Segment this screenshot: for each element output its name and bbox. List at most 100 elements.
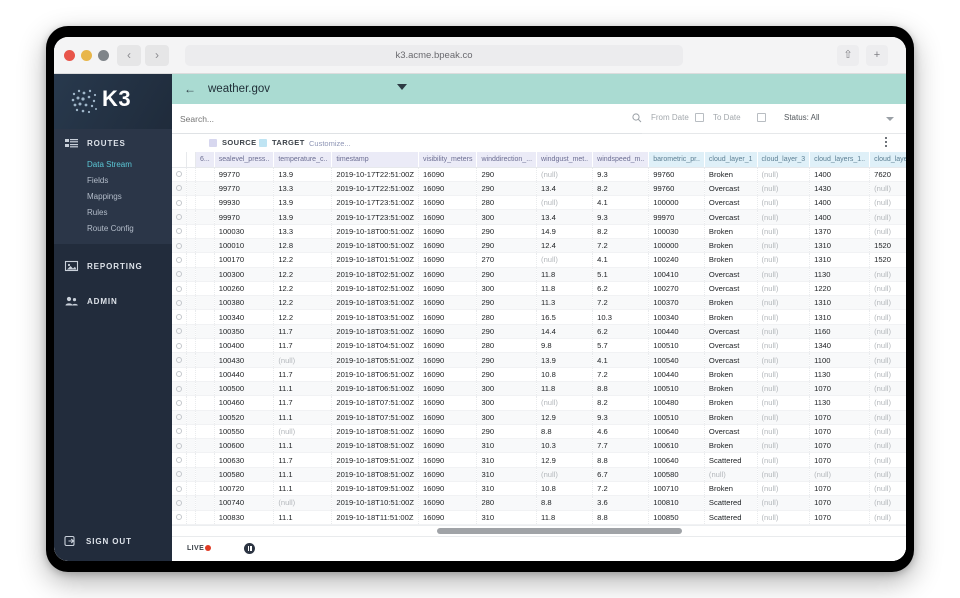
legend-source[interactable]: SOURCE bbox=[209, 138, 257, 147]
checkbox-icon[interactable] bbox=[176, 457, 182, 464]
checkbox-icon[interactable] bbox=[176, 242, 182, 249]
calendar-icon[interactable] bbox=[757, 113, 766, 122]
table-row[interactable]: 99930 13.9 2019-10-17T23:51:00Z 16090 280 (nu… bbox=[172, 195, 906, 211]
sidebar-item-routes[interactable]: ROUTES bbox=[54, 129, 172, 157]
column-header-id[interactable]: 6... bbox=[195, 152, 215, 168]
row-select-checkbox[interactable] bbox=[172, 352, 187, 368]
row-select-checkbox[interactable] bbox=[172, 252, 187, 268]
customize-link[interactable]: Customize... bbox=[309, 139, 351, 148]
row-select-checkbox[interactable] bbox=[172, 438, 187, 454]
column-header-timestamp[interactable]: timestamp bbox=[331, 152, 420, 168]
chevron-down-icon[interactable] bbox=[397, 84, 407, 90]
table-row[interactable]: 100380 12.2 2019-10-18T03:51:00Z 16090 290 11… bbox=[172, 295, 906, 311]
new-tab-icon[interactable]: + bbox=[866, 45, 888, 66]
checkbox-icon[interactable] bbox=[176, 385, 182, 392]
table-row[interactable]: 100520 11.1 2019-10-18T07:51:00Z 16090 300 12… bbox=[172, 410, 906, 425]
checkbox-icon[interactable] bbox=[176, 256, 182, 263]
checkbox-icon[interactable] bbox=[176, 228, 182, 235]
browser-url-bar[interactable]: k3.acme.bpeak.co bbox=[185, 45, 683, 66]
row-select-checkbox[interactable] bbox=[172, 295, 187, 311]
checkbox-icon[interactable] bbox=[176, 185, 182, 192]
data-table-container[interactable]: 6... sealevel_press.. temperature_c.. times… bbox=[172, 152, 906, 525]
column-header-sealevel_press[interactable]: sealevel_press.. bbox=[214, 152, 275, 168]
column-header-visibility_meters[interactable]: visibility_meters bbox=[418, 152, 478, 168]
table-row[interactable]: 100630 11.7 2019-10-18T09:51:00Z 16090 310 12… bbox=[172, 452, 906, 468]
pause-button[interactable] bbox=[244, 543, 255, 554]
table-row[interactable]: 100580 11.1 2019-10-18T08:51:00Z 16090 310 (n… bbox=[172, 467, 906, 483]
search-icon[interactable] bbox=[632, 113, 642, 123]
row-select-checkbox[interactable] bbox=[172, 424, 187, 440]
row-select-checkbox[interactable] bbox=[172, 195, 187, 211]
row-select-checkbox[interactable] bbox=[172, 281, 187, 297]
horizontal-scrollbar[interactable] bbox=[172, 525, 906, 536]
checkbox-icon[interactable] bbox=[176, 342, 182, 349]
row-select-checkbox[interactable] bbox=[172, 452, 187, 468]
row-select-checkbox[interactable] bbox=[172, 510, 187, 525]
checkbox-icon[interactable] bbox=[176, 171, 182, 178]
checkbox-icon[interactable] bbox=[176, 271, 182, 278]
column-header-temperature_c[interactable]: temperature_c.. bbox=[273, 152, 333, 168]
row-select-checkbox[interactable] bbox=[172, 338, 187, 354]
table-row[interactable]: 99970 13.9 2019-10-17T23:51:00Z 16090 300 13.… bbox=[172, 209, 906, 225]
table-row[interactable]: 100430 (null) 2019-10-18T05:51:00Z 16090 290… bbox=[172, 352, 906, 368]
checkbox-icon[interactable] bbox=[176, 399, 182, 406]
table-row[interactable]: 100400 11.7 2019-10-18T04:51:00Z 16090 280 9.… bbox=[172, 338, 906, 354]
table-row[interactable]: 100340 12.2 2019-10-18T03:51:00Z 16090 280 16… bbox=[172, 309, 906, 325]
sidebar-subitem-fields[interactable]: Fields bbox=[54, 173, 172, 189]
window-minimize-button[interactable] bbox=[81, 50, 92, 61]
sidebar-item-reporting[interactable]: REPORTING bbox=[54, 253, 172, 279]
search-input[interactable] bbox=[180, 112, 620, 126]
sidebar-subitem-mappings[interactable]: Mappings bbox=[54, 189, 172, 205]
row-select-checkbox[interactable] bbox=[172, 167, 187, 182]
row-select-checkbox[interactable] bbox=[172, 238, 187, 254]
back-arrow-icon[interactable]: ← bbox=[184, 82, 196, 96]
row-select-checkbox[interactable] bbox=[172, 481, 187, 497]
row-select-checkbox[interactable] bbox=[172, 209, 187, 225]
row-select-checkbox[interactable] bbox=[172, 224, 187, 239]
checkbox-icon[interactable] bbox=[176, 414, 182, 421]
column-header-cloud_layers_2[interactable]: cloud_layers_2.. bbox=[869, 152, 906, 168]
checkbox-icon[interactable] bbox=[176, 371, 182, 378]
row-select-checkbox[interactable] bbox=[172, 395, 187, 411]
sidebar-subitem-route-config[interactable]: Route Config bbox=[54, 221, 172, 237]
column-header-windspeed_m[interactable]: windspeed_m.. bbox=[592, 152, 650, 168]
table-row[interactable]: 99770 13.3 2019-10-17T22:51:00Z 16090 290 13.… bbox=[172, 181, 906, 197]
chevron-down-icon[interactable] bbox=[886, 117, 894, 121]
table-row[interactable]: 100350 11.7 2019-10-18T03:51:00Z 16090 290 14… bbox=[172, 324, 906, 340]
row-select-checkbox[interactable] bbox=[172, 324, 187, 340]
row-select-checkbox[interactable] bbox=[172, 367, 187, 382]
window-close-button[interactable] bbox=[64, 50, 75, 61]
table-row[interactable]: 100830 11.1 2019-10-18T11:51:00Z 16090 310 11… bbox=[172, 510, 906, 525]
table-row[interactable]: 100460 11.7 2019-10-18T07:51:00Z 16090 300 (n… bbox=[172, 395, 906, 411]
table-row[interactable]: 99770 13.9 2019-10-17T22:51:00Z 16090 290 (nu… bbox=[172, 167, 906, 182]
table-row[interactable]: 100170 12.2 2019-10-18T01:51:00Z 16090 270 (n… bbox=[172, 252, 906, 268]
checkbox-icon[interactable] bbox=[176, 328, 182, 335]
row-select-checkbox[interactable] bbox=[172, 267, 187, 282]
table-row[interactable]: 100720 11.1 2019-10-18T09:51:00Z 16090 310 10… bbox=[172, 481, 906, 497]
to-date-input[interactable]: To Date bbox=[713, 113, 741, 122]
table-row[interactable]: 100260 12.2 2019-10-18T02:51:00Z 16090 300 11… bbox=[172, 281, 906, 297]
legend-target[interactable]: TARGET bbox=[259, 138, 305, 147]
status-filter-select[interactable]: Status: All bbox=[784, 113, 820, 122]
sidebar-item-admin[interactable]: ADMIN bbox=[54, 288, 172, 314]
checkbox-icon[interactable] bbox=[176, 357, 182, 363]
table-row[interactable]: 100500 11.1 2019-10-18T06:51:00Z 16090 300 11… bbox=[172, 381, 906, 397]
calendar-icon[interactable] bbox=[695, 113, 704, 122]
browser-back-button[interactable]: ‹ bbox=[117, 45, 141, 66]
checkbox-icon[interactable] bbox=[176, 442, 182, 449]
horizontal-scrollbar-thumb[interactable] bbox=[437, 528, 682, 534]
row-select-checkbox[interactable] bbox=[172, 467, 187, 483]
column-header-cloud_layers_1[interactable]: cloud_layers_1.. bbox=[809, 152, 871, 168]
row-select-checkbox[interactable] bbox=[172, 181, 187, 197]
table-row[interactable]: 100300 12.2 2019-10-18T02:51:00Z 16090 290 11… bbox=[172, 267, 906, 282]
sidebar-subitem-data-stream[interactable]: Data Stream bbox=[54, 157, 172, 173]
checkbox-icon[interactable] bbox=[176, 514, 182, 521]
table-row[interactable]: 100600 11.1 2019-10-18T08:51:00Z 16090 310 10… bbox=[172, 438, 906, 454]
from-date-input[interactable]: From Date bbox=[651, 113, 689, 122]
share-icon[interactable]: ⇧ bbox=[837, 45, 859, 66]
sign-out-button[interactable]: SIGN OUT bbox=[54, 531, 132, 551]
column-header-cloud_layer_3[interactable]: cloud_layer_3 bbox=[757, 152, 811, 168]
table-row[interactable]: 100030 13.3 2019-10-18T00:51:00Z 16090 290 14… bbox=[172, 224, 906, 239]
sidebar-subitem-rules[interactable]: Rules bbox=[54, 205, 172, 221]
table-row[interactable]: 100740 (null) 2019-10-18T10:51:00Z 16090 280… bbox=[172, 495, 906, 511]
